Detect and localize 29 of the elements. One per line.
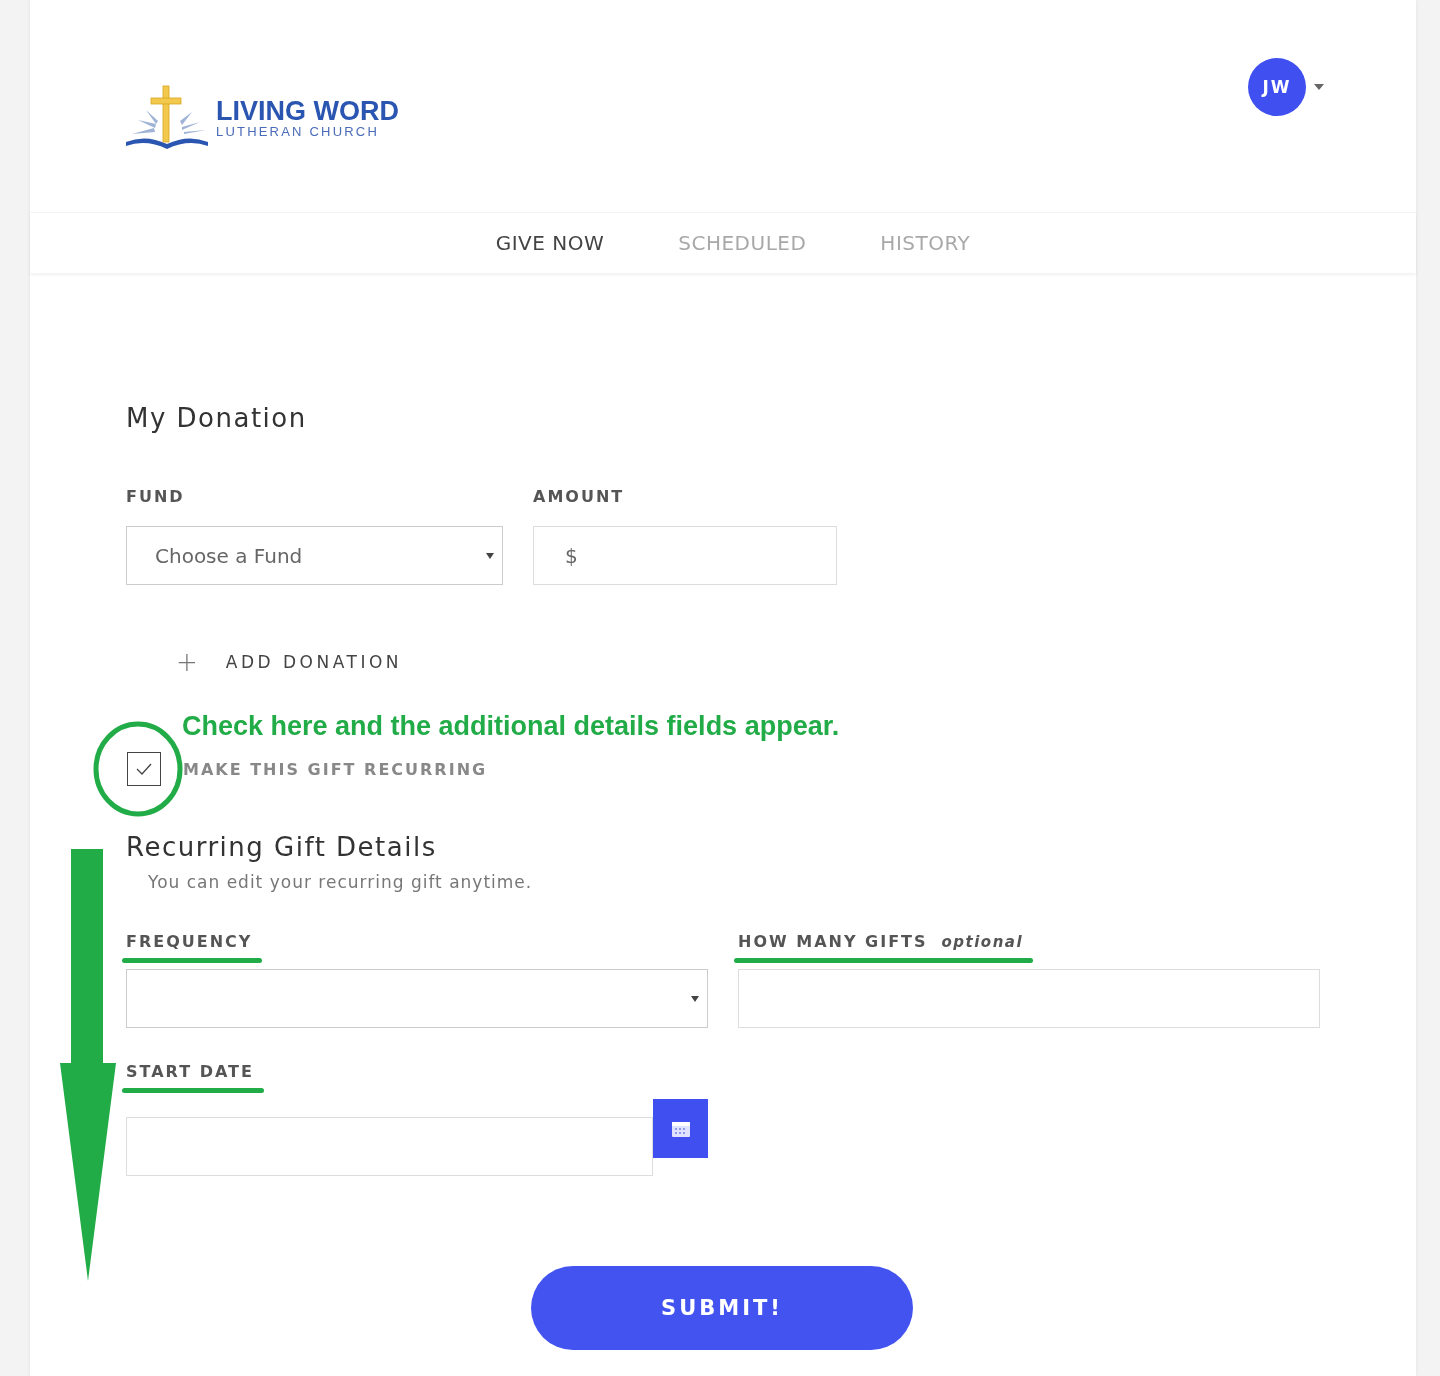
nav-tab[interactable]: GIVE NOW — [483, 213, 617, 273]
fund-select[interactable]: Choose a Fund — [126, 526, 503, 585]
optional-note: optional — [941, 933, 1024, 951]
checkbox-label: MAKE THIS GIFT RECURRING — [183, 759, 488, 779]
logo-subtitle: LUTHERAN CHURCH — [216, 125, 380, 139]
section-subtitle: You can edit your recurring gift anytime. — [148, 872, 534, 892]
submit-button[interactable]: SUBMIT! — [531, 1266, 913, 1350]
field-label: AMOUNT — [533, 487, 626, 506]
calendar-button[interactable] — [653, 1099, 708, 1158]
field-label: START DATE — [126, 1062, 254, 1081]
calendar-icon — [671, 1120, 690, 1137]
dropdown-arrow-icon — [486, 552, 494, 559]
section-heading: Recurring Gift Details — [126, 832, 438, 862]
field-label: FREQUENCY — [126, 932, 253, 951]
logo-icon — [124, 84, 210, 152]
recurring-checkbox[interactable] — [127, 752, 161, 786]
add-donation-button[interactable]: + ADD DONATION — [176, 647, 402, 677]
caret-icon[interactable] — [1314, 84, 1324, 90]
dropdown-arrow-icon — [691, 995, 699, 1002]
section-heading: My Donation — [126, 403, 308, 433]
annotation-text: Check here and the additional details fields appear. — [182, 711, 841, 742]
amount-field[interactable]: $ — [533, 526, 837, 585]
checkmark-icon — [136, 763, 152, 775]
field-label: HOW MANY GIFTS — [738, 932, 928, 951]
field-label: FUND — [126, 487, 186, 506]
user-avatar[interactable]: JW — [1248, 58, 1306, 116]
date-field[interactable] — [126, 1117, 653, 1176]
logo-title: LIVING WORD — [216, 97, 399, 125]
gift-count-field[interactable] — [738, 969, 1320, 1028]
